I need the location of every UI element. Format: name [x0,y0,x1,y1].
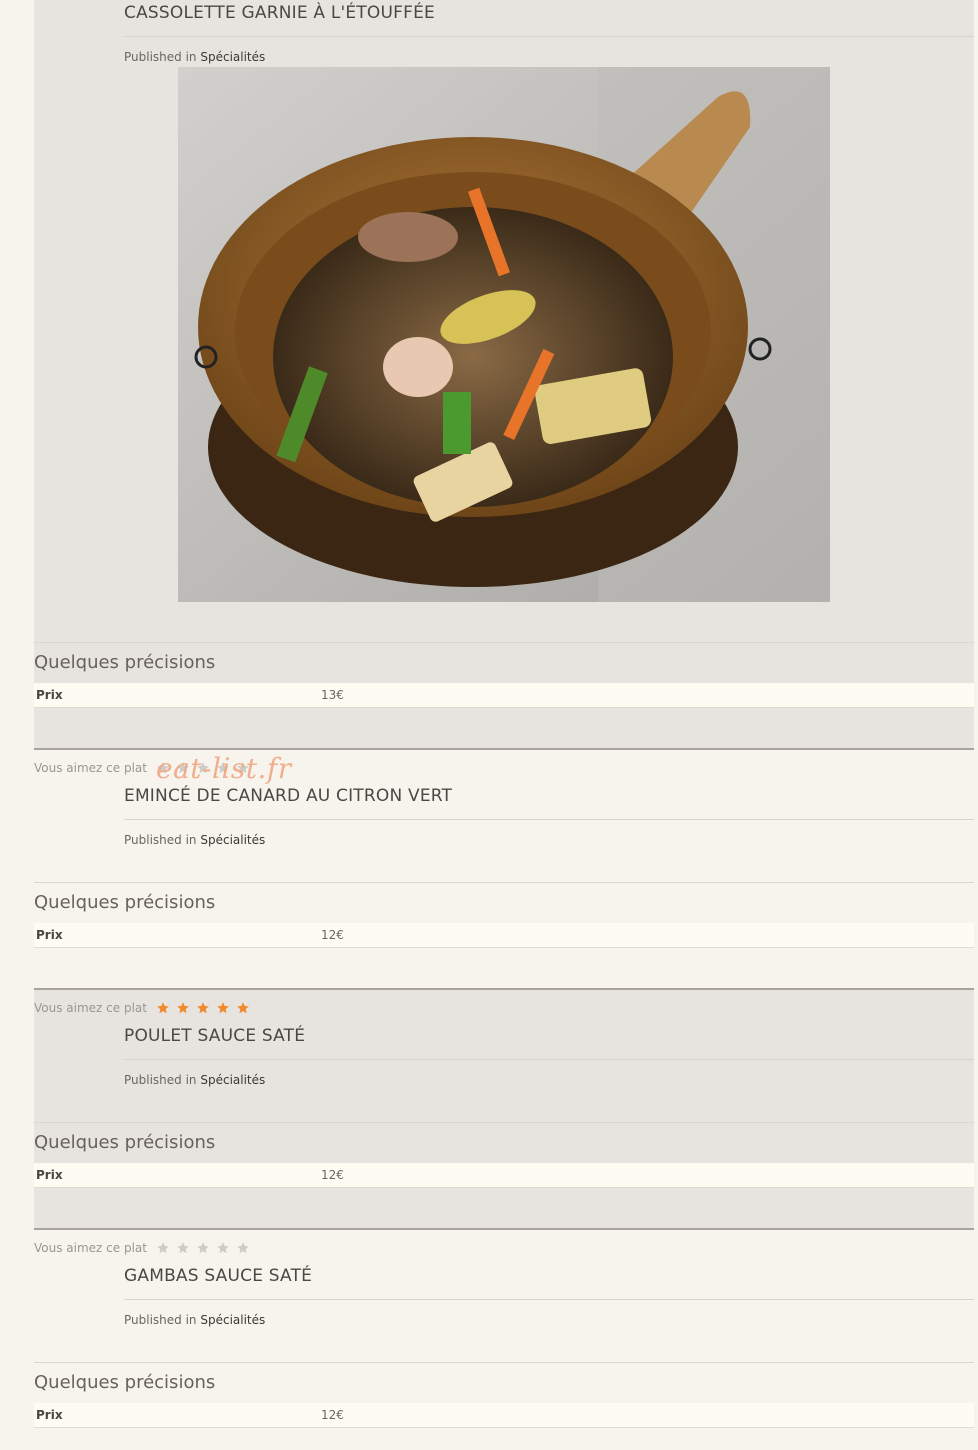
divider [34,1362,974,1363]
watermark: eat-list.fr [156,752,292,785]
published-prefix: Published in [124,50,197,64]
published-prefix: Published in [124,833,197,847]
rating: Vous aimez ce plat [34,1240,253,1256]
price-label: Prix [36,1168,63,1182]
category-link[interactable]: Spécialités [200,50,265,64]
section-title: Quelques précisions [34,1132,216,1153]
dish-item: Vous aimez ce plat GAMBAS SAUCE SATÉ Pub… [34,1230,974,1450]
divider [34,1122,974,1123]
divider [124,819,974,820]
rating-label: Vous aimez ce plat [34,1001,147,1015]
published-in: Published in Spécialités [124,50,265,64]
dish-list: CASSOLETTE GARNIE À L'ÉTOUFFÉE Published… [34,0,974,1450]
category-link[interactable]: Spécialités [200,833,265,847]
star-rating[interactable] [153,1240,253,1256]
dish-title[interactable]: GAMBAS SAUCE SATÉ [124,1266,312,1286]
dish-photo [178,67,830,602]
price-value: 12€ [321,1168,344,1182]
dish-title[interactable]: EMINCÉ DE CANARD AU CITRON VERT [124,786,452,806]
star-icon[interactable] [213,1000,233,1016]
price-label: Prix [36,1408,63,1422]
star-icon[interactable] [173,1240,193,1256]
price-value: 13€ [321,688,344,702]
section-title: Quelques précisions [34,892,216,913]
published-in: Published in Spécialités [124,1313,265,1327]
published-in: Published in Spécialités [124,833,265,847]
price-value: 12€ [321,928,344,942]
dish-item: Vous aimez ce plat POULET SAUCE SATÉ Pub… [34,990,974,1230]
rating-label: Vous aimez ce plat [34,1241,147,1255]
dish-title[interactable]: CASSOLETTE GARNIE À L'ÉTOUFFÉE [124,3,435,23]
star-icon[interactable] [153,1240,173,1256]
divider [124,36,974,37]
price-row: Prix 12€ [34,1163,974,1188]
published-in: Published in Spécialités [124,1073,265,1087]
star-rating[interactable] [153,1000,253,1016]
price-label: Prix [36,688,63,702]
section-title: Quelques précisions [34,652,216,673]
price-label: Prix [36,928,63,942]
star-icon[interactable] [153,1000,173,1016]
star-icon[interactable] [233,1240,253,1256]
star-icon[interactable] [193,1240,213,1256]
dish-title[interactable]: POULET SAUCE SATÉ [124,1026,305,1046]
star-icon[interactable] [173,1000,193,1016]
section-title: Quelques précisions [34,1372,216,1393]
star-icon[interactable] [233,1000,253,1016]
divider [34,882,974,883]
star-icon[interactable] [193,1000,213,1016]
category-link[interactable]: Spécialités [200,1073,265,1087]
divider [34,642,974,643]
price-row: Prix 12€ [34,923,974,948]
price-value: 12€ [321,1408,344,1422]
rating: Vous aimez ce plat [34,1000,253,1016]
price-row: Prix 12€ [34,1403,974,1428]
published-prefix: Published in [124,1073,197,1087]
rating-label: Vous aimez ce plat [34,761,147,775]
published-prefix: Published in [124,1313,197,1327]
divider [124,1299,974,1300]
dish-item: CASSOLETTE GARNIE À L'ÉTOUFFÉE Published… [34,0,974,750]
price-row: Prix 13€ [34,683,974,708]
divider [124,1059,974,1060]
category-link[interactable]: Spécialités [200,1313,265,1327]
star-icon[interactable] [213,1240,233,1256]
dish-item: Vous aimez ce plat EMINCÉ DE CANARD AU C… [34,750,974,990]
